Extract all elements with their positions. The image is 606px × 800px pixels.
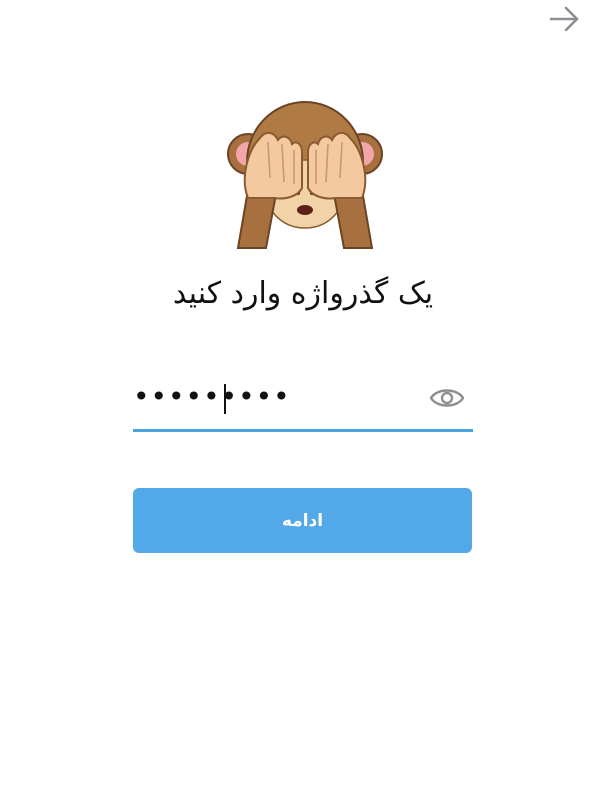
see-no-evil-monkey-icon bbox=[226, 98, 384, 250]
back-button[interactable] bbox=[548, 4, 582, 34]
eye-icon bbox=[429, 389, 465, 407]
arrow-right-icon bbox=[549, 6, 579, 32]
toggle-visibility-button[interactable] bbox=[429, 383, 465, 413]
password-input[interactable]: ••••••••• bbox=[133, 380, 413, 420]
input-underline bbox=[133, 429, 473, 432]
password-field[interactable]: ••••••••• bbox=[133, 370, 473, 432]
page-title: یک گذرواژه وارد کنید bbox=[172, 276, 434, 311]
continue-button[interactable]: ادامه bbox=[133, 488, 472, 553]
text-caret bbox=[224, 384, 226, 414]
